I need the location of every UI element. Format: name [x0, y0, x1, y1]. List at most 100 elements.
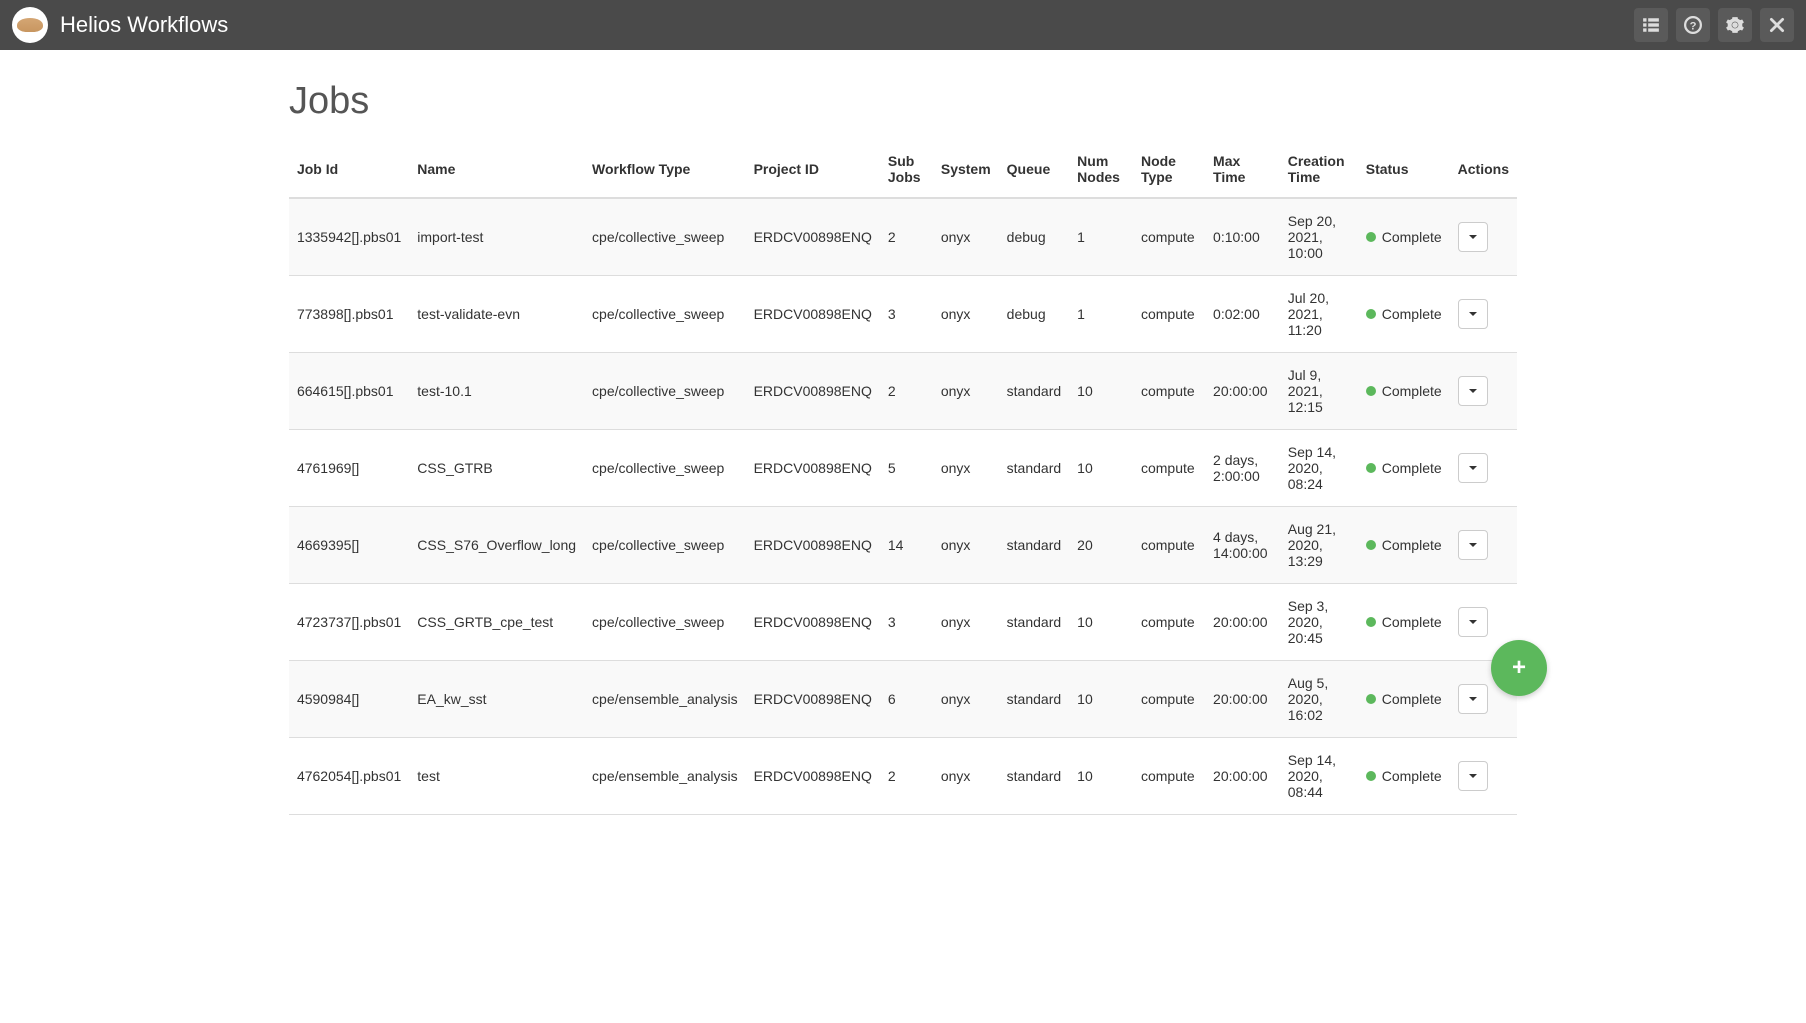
help-icon-button[interactable]: ?: [1676, 8, 1710, 42]
cell-actions: [1450, 198, 1517, 276]
status-dot-icon: [1366, 232, 1376, 242]
cell-node-type: compute: [1133, 276, 1205, 353]
add-job-button[interactable]: +: [1491, 640, 1547, 696]
settings-icon-button[interactable]: [1718, 8, 1752, 42]
cell-num-nodes: 10: [1069, 584, 1133, 661]
header-max-time[interactable]: Max Time: [1205, 141, 1280, 198]
table-row: 1335942[].pbs01import-testcpe/collective…: [289, 198, 1517, 276]
cell-num-nodes: 10: [1069, 661, 1133, 738]
cell-queue: standard: [999, 353, 1069, 430]
cell-sub-jobs: 2: [880, 198, 933, 276]
status-text: Complete: [1382, 383, 1442, 399]
status-text: Complete: [1382, 768, 1442, 784]
cell-name: CSS_S76_Overflow_long: [409, 507, 584, 584]
gear-icon: [1726, 16, 1744, 34]
status-dot-icon: [1366, 386, 1376, 396]
cell-queue: standard: [999, 738, 1069, 815]
cell-queue: standard: [999, 661, 1069, 738]
cell-job-id: 773898[].pbs01: [289, 276, 409, 353]
cell-system: onyx: [933, 661, 999, 738]
row-actions-dropdown-button[interactable]: [1458, 453, 1488, 483]
status-dot-icon: [1366, 694, 1376, 704]
app-title: Helios Workflows: [60, 12, 228, 38]
navbar: Helios Workflows ?: [0, 0, 1806, 50]
cell-queue: standard: [999, 430, 1069, 507]
status-text: Complete: [1382, 306, 1442, 322]
chevron-down-icon: [1469, 389, 1477, 393]
row-actions-dropdown-button[interactable]: [1458, 222, 1488, 252]
table-row: 773898[].pbs01test-validate-evncpe/colle…: [289, 276, 1517, 353]
cell-num-nodes: 1: [1069, 276, 1133, 353]
row-actions-dropdown-button[interactable]: [1458, 607, 1488, 637]
table-row: 4723737[].pbs01CSS_GRTB_cpe_testcpe/coll…: [289, 584, 1517, 661]
table-row: 4762054[].pbs01testcpe/ensemble_analysis…: [289, 738, 1517, 815]
cell-creation-time: Aug 5, 2020, 16:02: [1280, 661, 1358, 738]
chevron-down-icon: [1469, 466, 1477, 470]
navbar-left: Helios Workflows: [12, 7, 228, 43]
cell-job-id: 1335942[].pbs01: [289, 198, 409, 276]
navbar-right: ?: [1634, 8, 1794, 42]
cell-project-id: ERDCV00898ENQ: [746, 584, 880, 661]
cell-system: onyx: [933, 353, 999, 430]
cell-creation-time: Sep 20, 2021, 10:00: [1280, 198, 1358, 276]
cell-project-id: ERDCV00898ENQ: [746, 661, 880, 738]
cell-actions: [1450, 276, 1517, 353]
cell-sub-jobs: 2: [880, 353, 933, 430]
list-icon-button[interactable]: [1634, 8, 1668, 42]
header-actions[interactable]: Actions: [1450, 141, 1517, 198]
main-content: Jobs Job Id Name Workflow Type Project I…: [0, 50, 1806, 855]
header-workflow-type[interactable]: Workflow Type: [584, 141, 746, 198]
cell-name: CSS_GTRB: [409, 430, 584, 507]
status-text: Complete: [1382, 460, 1442, 476]
app-logo[interactable]: [12, 7, 48, 43]
cell-sub-jobs: 3: [880, 276, 933, 353]
cell-max-time: 20:00:00: [1205, 584, 1280, 661]
header-name[interactable]: Name: [409, 141, 584, 198]
close-icon-button[interactable]: [1760, 8, 1794, 42]
cell-workflow-type: cpe/collective_sweep: [584, 507, 746, 584]
status-text: Complete: [1382, 614, 1442, 630]
svg-text:?: ?: [1690, 21, 1697, 33]
cell-job-id: 4723737[].pbs01: [289, 584, 409, 661]
chevron-down-icon: [1469, 312, 1477, 316]
cell-job-id: 4762054[].pbs01: [289, 738, 409, 815]
cell-system: onyx: [933, 430, 999, 507]
row-actions-dropdown-button[interactable]: [1458, 761, 1488, 791]
row-actions-dropdown-button[interactable]: [1458, 530, 1488, 560]
cell-max-time: 20:00:00: [1205, 738, 1280, 815]
table-row: 4761969[]CSS_GTRBcpe/collective_sweepERD…: [289, 430, 1517, 507]
cell-actions: [1450, 507, 1517, 584]
header-project-id[interactable]: Project ID: [746, 141, 880, 198]
cell-node-type: compute: [1133, 584, 1205, 661]
cell-job-id: 664615[].pbs01: [289, 353, 409, 430]
cell-workflow-type: cpe/collective_sweep: [584, 198, 746, 276]
row-actions-dropdown-button[interactable]: [1458, 684, 1488, 714]
header-sub-jobs[interactable]: Sub Jobs: [880, 141, 933, 198]
plus-icon: +: [1512, 654, 1526, 682]
header-queue[interactable]: Queue: [999, 141, 1069, 198]
cell-node-type: compute: [1133, 430, 1205, 507]
cell-creation-time: Sep 14, 2020, 08:24: [1280, 430, 1358, 507]
cell-creation-time: Sep 3, 2020, 20:45: [1280, 584, 1358, 661]
list-icon: [1642, 16, 1660, 34]
row-actions-dropdown-button[interactable]: [1458, 376, 1488, 406]
cell-status: Complete: [1358, 738, 1450, 815]
header-node-type[interactable]: Node Type: [1133, 141, 1205, 198]
header-status[interactable]: Status: [1358, 141, 1450, 198]
status-text: Complete: [1382, 229, 1442, 245]
header-system[interactable]: System: [933, 141, 999, 198]
cell-creation-time: Jul 20, 2021, 11:20: [1280, 276, 1358, 353]
cell-system: onyx: [933, 198, 999, 276]
header-num-nodes[interactable]: Num Nodes: [1069, 141, 1133, 198]
cell-status: Complete: [1358, 198, 1450, 276]
cell-system: onyx: [933, 584, 999, 661]
cell-status: Complete: [1358, 276, 1450, 353]
header-creation-time[interactable]: Creation Time: [1280, 141, 1358, 198]
row-actions-dropdown-button[interactable]: [1458, 299, 1488, 329]
chevron-down-icon: [1469, 620, 1477, 624]
status-dot-icon: [1366, 540, 1376, 550]
cell-num-nodes: 20: [1069, 507, 1133, 584]
table-row: 4669395[]CSS_S76_Overflow_longcpe/collec…: [289, 507, 1517, 584]
header-job-id[interactable]: Job Id: [289, 141, 409, 198]
cell-creation-time: Aug 21, 2020, 13:29: [1280, 507, 1358, 584]
